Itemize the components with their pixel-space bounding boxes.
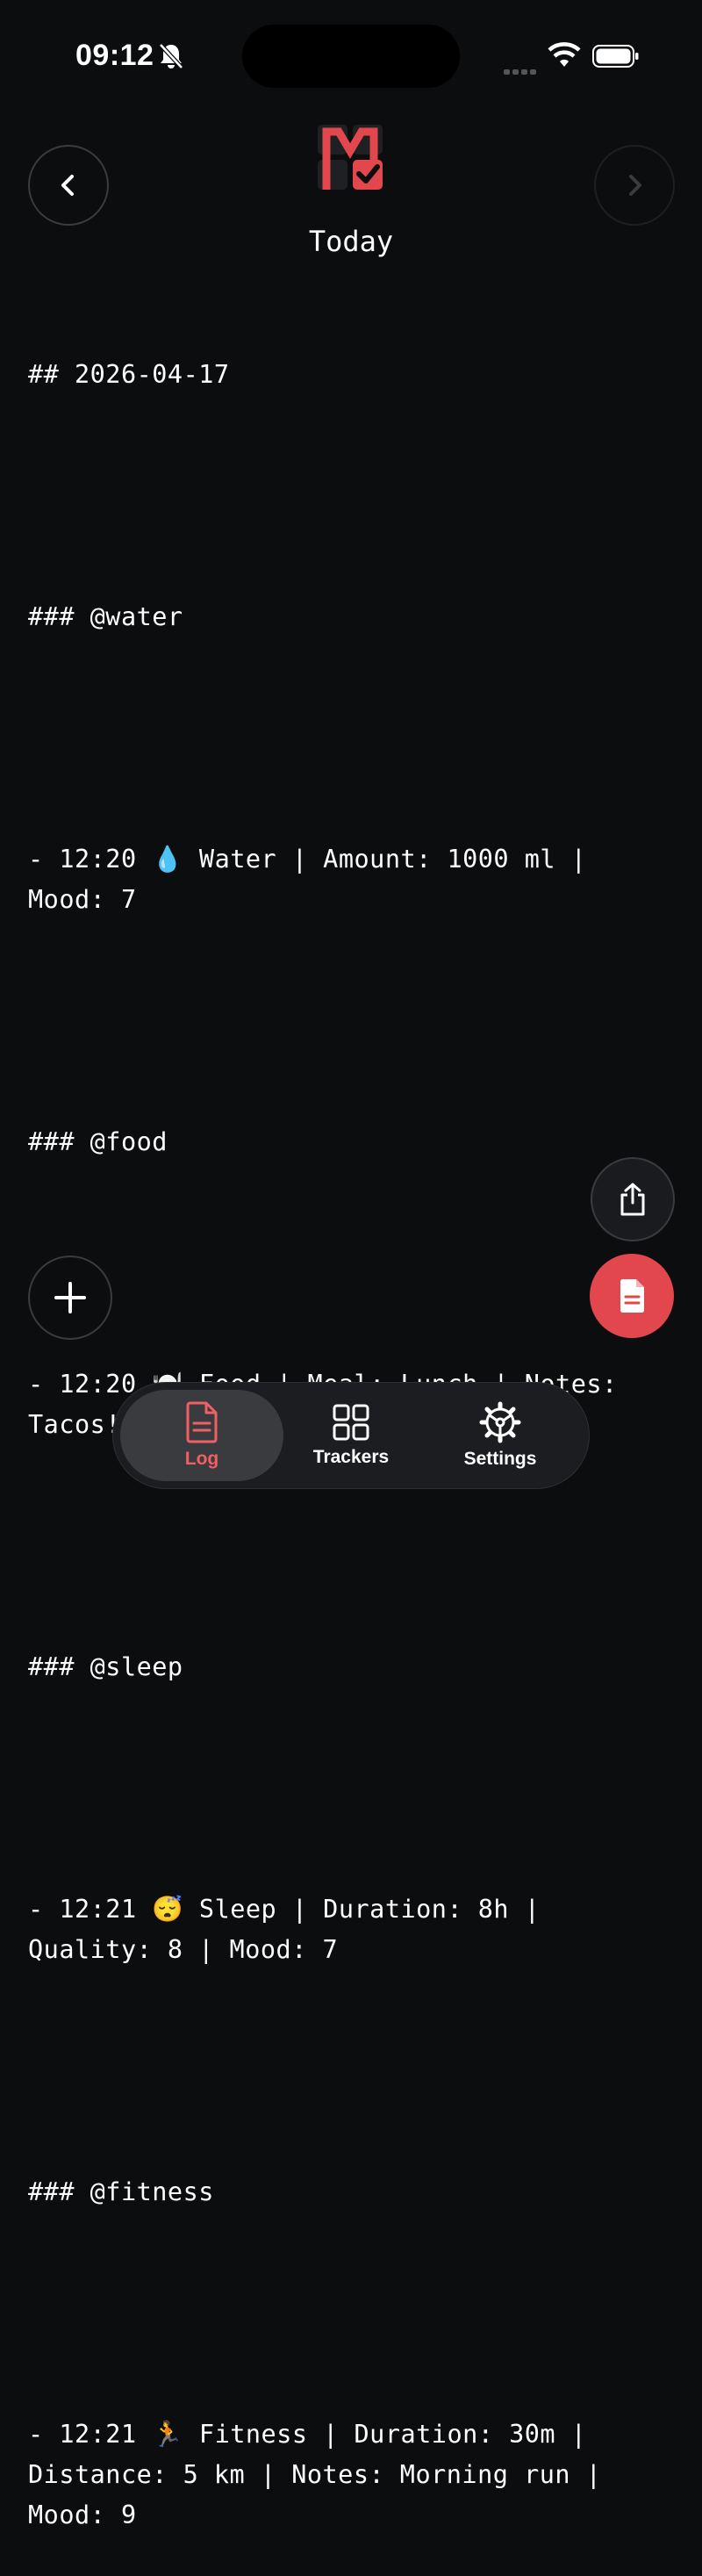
add-entry-button[interactable]	[28, 1256, 112, 1340]
share-button[interactable]	[591, 1157, 675, 1241]
log-blank-line	[28, 1526, 677, 1566]
log-entry: - 12:20 💧 Water | Amount: 1000 ml | Mood…	[28, 845, 603, 914]
log-blank-line	[28, 2051, 677, 2091]
cellular-signal-icon	[504, 61, 539, 78]
log-blank-line	[28, 718, 677, 759]
log-blank-line	[28, 1243, 677, 1284]
status-time: 09:12	[75, 39, 154, 72]
wifi-icon	[548, 42, 581, 67]
log-entry: - 12:21 🏃 Fitness | Duration: 30m | Dist…	[28, 2420, 618, 2529]
plus-icon	[54, 1282, 86, 1313]
log-section-heading: ### @water	[28, 602, 183, 631]
tab-trackers-label: Trackers	[312, 1447, 390, 1467]
log-blank-line	[28, 2293, 677, 2334]
gear-icon	[479, 1401, 521, 1443]
log-section-heading: ### @fitness	[28, 2177, 214, 2206]
tab-log-label: Log	[184, 1449, 219, 1469]
log-section-heading: ### @sleep	[28, 1652, 183, 1681]
forward-button[interactable]	[594, 145, 675, 226]
grid-icon	[333, 1404, 369, 1441]
app-logo	[318, 125, 383, 190]
dynamic-island	[242, 25, 460, 88]
page-title: Today	[308, 225, 394, 258]
share-icon	[620, 1183, 645, 1216]
bell-slash-icon	[159, 43, 183, 69]
log-blank-line	[28, 1768, 677, 1809]
status-bar: 09:12	[0, 0, 702, 105]
chevron-left-icon	[61, 175, 74, 196]
tab-settings-label: Settings	[463, 1449, 537, 1469]
export-document-button[interactable]	[590, 1254, 674, 1338]
battery-icon	[592, 45, 639, 68]
chevron-right-icon	[629, 175, 641, 196]
back-button[interactable]	[28, 145, 109, 226]
log-blank-line	[28, 476, 677, 516]
tab-log[interactable]: Log	[120, 1390, 283, 1481]
document-icon	[186, 1401, 218, 1443]
tab-trackers[interactable]: Trackers	[269, 1390, 433, 1481]
document-icon	[620, 1279, 644, 1313]
tab-bar: Log Trackers Settings	[112, 1382, 590, 1489]
log-blank-line	[28, 1001, 677, 1041]
log-date-heading: ## 2026-04-17	[28, 360, 230, 389]
log-entry: - 12:21 😴 Sleep | Duration: 8h | Quality…	[28, 1895, 556, 1964]
tab-settings[interactable]: Settings	[419, 1390, 582, 1481]
log-section-heading: ### @food	[28, 1127, 168, 1156]
